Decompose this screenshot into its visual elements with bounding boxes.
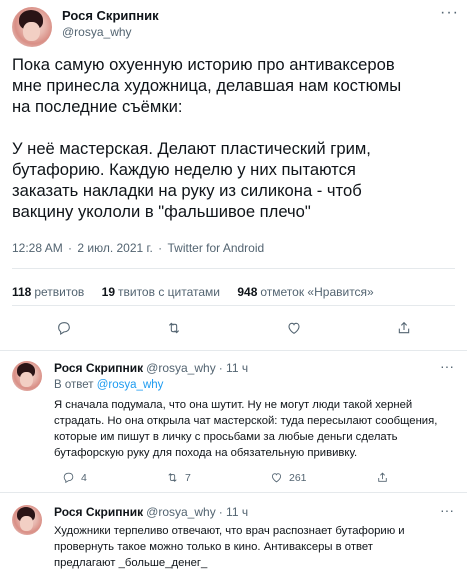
tweet-text: Пока самую охуенную историю про антивакс… (12, 54, 457, 222)
tweet-text-line: вакцину укололи в "фальшивое плечо" (12, 202, 311, 221)
like-icon[interactable] (282, 316, 306, 340)
reply-text-line: которые им пишут в личку с просьбами за … (54, 431, 398, 443)
retweet-icon (168, 473, 177, 482)
tweet-text-line: на последние съёмки: (12, 97, 183, 116)
avatar[interactable] (12, 361, 42, 391)
retweets-count: 118 (12, 285, 32, 299)
tweet-text-line: заказать накладки на руку из силикона - … (12, 181, 362, 200)
retweet-button[interactable]: 7 (166, 471, 191, 484)
reply-actions: 4 7 261 (54, 471, 454, 487)
share-icon[interactable] (392, 316, 416, 340)
reply-text-line: Я сначала подумала, что она шутит. Ну не… (54, 399, 413, 411)
divider (12, 268, 455, 269)
divider (0, 350, 467, 351)
more-options-icon[interactable]: ··· (440, 502, 454, 518)
retweet-icon[interactable] (162, 316, 186, 340)
reply-time[interactable]: · 11 ч (219, 505, 248, 519)
reply-to-prefix: В ответ (54, 379, 94, 391)
reply-to-handle[interactable]: @rosya_why (97, 379, 164, 391)
like-icon (272, 473, 281, 483)
retweets-label: ретвитов (34, 285, 85, 299)
reply-count: 4 (81, 471, 87, 484)
retweets-stat[interactable]: 118 ретвитов (12, 285, 84, 299)
quotes-count: 19 (101, 285, 115, 299)
like-button[interactable]: 261 (270, 471, 307, 484)
divider (0, 492, 467, 493)
reply-text-line: бутафорскую руку для похода на обязатель… (54, 447, 358, 459)
reply-icon[interactable] (52, 316, 76, 340)
author-name[interactable]: Рося Скрипник (54, 505, 143, 519)
meta-separator: · (158, 241, 163, 255)
like-count: 261 (289, 471, 307, 484)
author-name[interactable]: Рося Скрипник (62, 8, 159, 23)
author-handle[interactable]: @rosya_why (146, 361, 216, 375)
reply-to: В ответ @rosya_why (54, 379, 163, 391)
tweet-meta: 12:28 AM · 2 июл. 2021 г. · Twitter for … (12, 241, 266, 255)
reply-header: Рося Скрипник @rosya_why · 11 ч (54, 361, 248, 375)
quotes-label: твитов с цитатами (118, 285, 220, 299)
reply-text-line: страдать. Но она открыла чат мастерской:… (54, 415, 438, 427)
reply-button[interactable]: 4 (62, 471, 87, 484)
reply-text: Художники терпеливо отвечают, что врач р… (54, 523, 454, 571)
more-options-icon[interactable]: ··· (440, 358, 454, 374)
more-options-icon[interactable]: ··· (440, 4, 459, 22)
tweet-date[interactable]: 2 июл. 2021 г. (77, 241, 152, 255)
retweet-count: 7 (185, 471, 191, 484)
likes-stat[interactable]: 948 отметок «Нравится» (237, 285, 373, 299)
reply-icon (63, 472, 74, 484)
likes-label: отметок «Нравится» (260, 285, 374, 299)
author-name[interactable]: Рося Скрипник (54, 361, 143, 375)
avatar[interactable] (12, 505, 42, 535)
reply-time[interactable]: · 11 ч (219, 361, 248, 375)
reply-text-line: провернуть такое можно только в кино. Ан… (54, 541, 373, 553)
author-handle[interactable]: @rosya_why (62, 25, 132, 39)
tweet-text-line: мне принесла художница, делавшая нам кос… (12, 76, 402, 95)
share-icon (378, 472, 387, 482)
likes-count: 948 (237, 285, 258, 299)
reply-header: Рося Скрипник @rosya_why · 11 ч (54, 505, 248, 519)
tweet-source[interactable]: Twitter for Android (167, 241, 264, 255)
meta-separator: · (68, 241, 73, 255)
author-handle[interactable]: @rosya_why (146, 505, 216, 519)
tweet-stats: 118 ретвитов 19 твитов с цитатами 948 отмет… (12, 285, 388, 299)
reply-text-line: Художники терпеливо отвечают, что врач р… (54, 525, 405, 537)
tweet-text-line: Пока самую охуенную историю про антивакс… (12, 55, 395, 74)
tweet-text-line: бутафорию. Каждую неделю у них пытаются (12, 160, 356, 179)
reply-text: Я сначала подумала, что она шутит. Ну не… (54, 397, 454, 461)
tweet-time[interactable]: 12:28 AM (12, 241, 63, 255)
quotes-stat[interactable]: 19 твитов с цитатами (102, 285, 220, 299)
avatar[interactable] (12, 7, 52, 47)
reply-text-line: предлагают _больше_денег_ (54, 557, 208, 569)
tweet-text-line: У неё мастерская. Делают пластический гр… (12, 139, 371, 158)
divider (12, 305, 455, 306)
tweet-actions (0, 316, 467, 340)
share-button[interactable] (376, 471, 395, 484)
